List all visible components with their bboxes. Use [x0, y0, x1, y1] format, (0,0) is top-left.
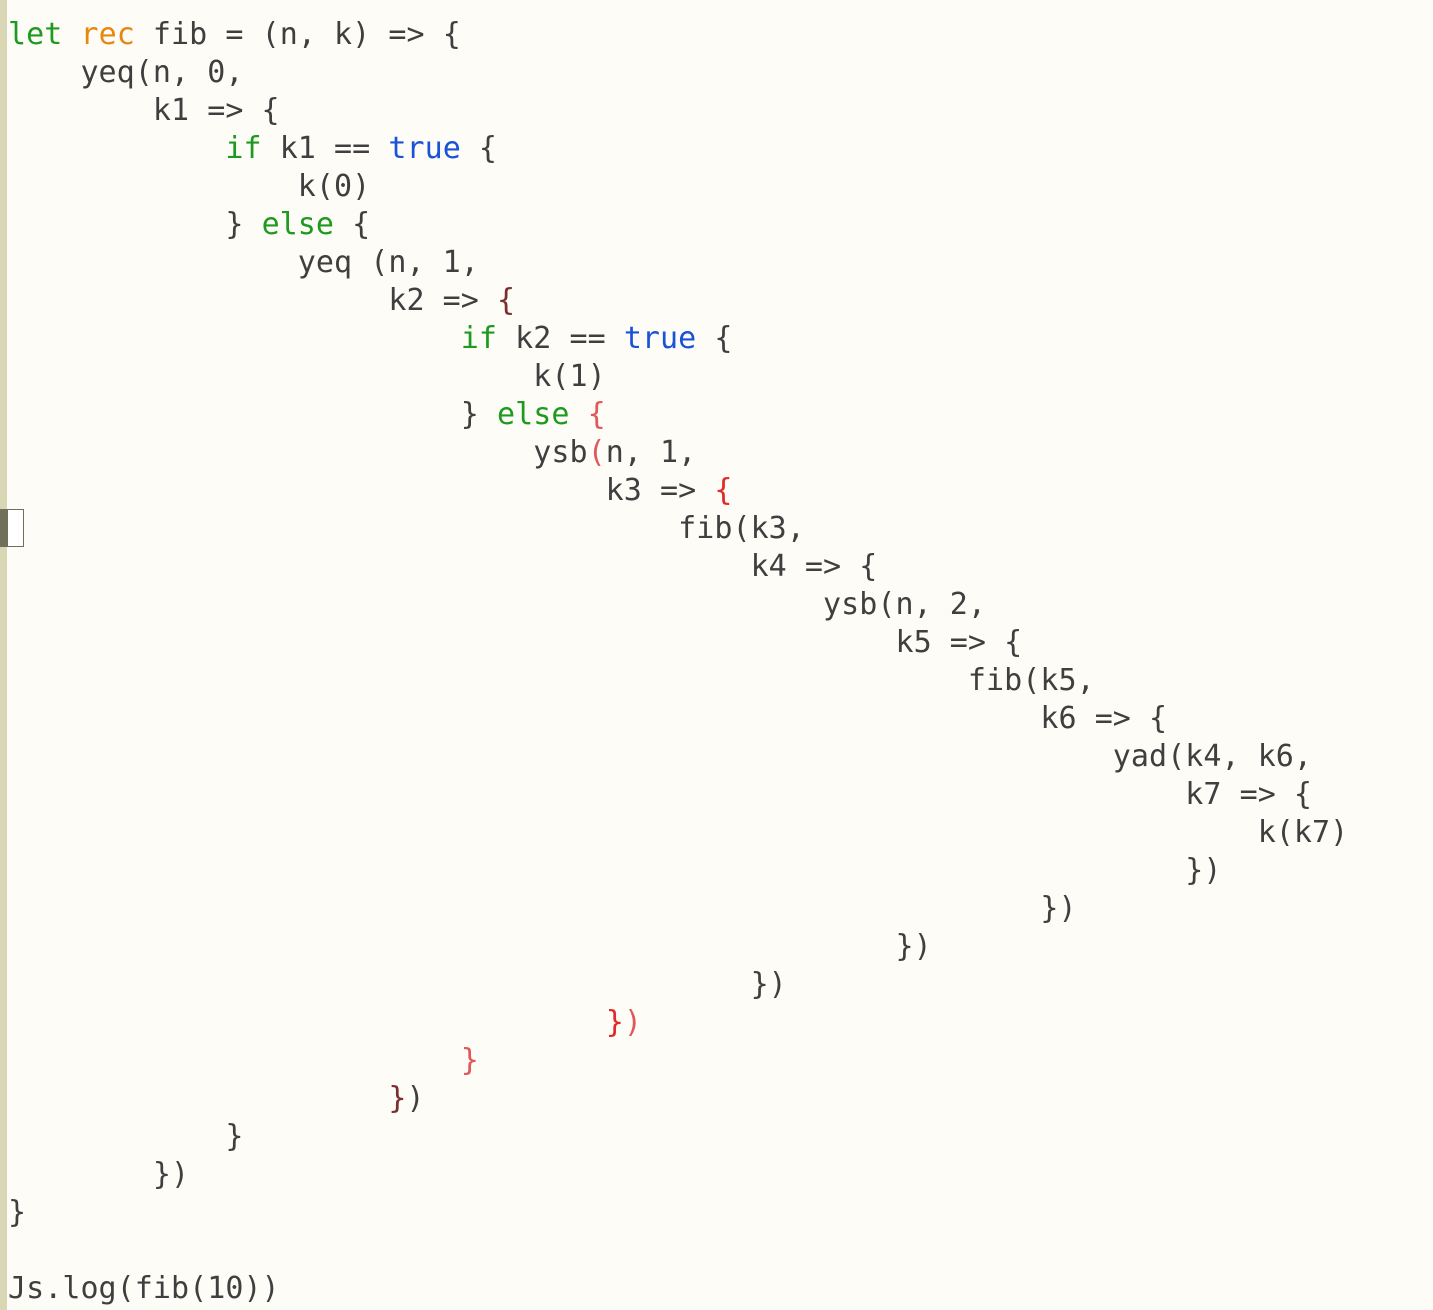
code-token-plain: })	[8, 1157, 190, 1192]
code-line: if k1 == true {	[8, 130, 1348, 168]
code-token-brace-pink: {	[587, 397, 606, 432]
code-token-plain: k3 =>	[8, 473, 715, 508]
code-token-bool: true	[388, 131, 461, 166]
code-token-plain: {	[460, 131, 498, 166]
code-line: k5 => {	[8, 624, 1348, 662]
code-token-plain: }	[8, 1195, 27, 1230]
code-line: ysb(n, 2,	[8, 586, 1348, 624]
code-token-brace-pink: (	[587, 435, 606, 470]
code-token-plain: fib = (n, k) => {	[134, 17, 461, 52]
code-line: })	[8, 1004, 1348, 1042]
code-token-plain: }	[8, 1119, 244, 1154]
code-token-brace-pink: )	[623, 1005, 642, 1040]
code-line: })	[8, 928, 1348, 966]
code-line: k3 => {	[8, 472, 1348, 510]
code-line: k7 => {	[8, 776, 1348, 814]
code-token-rec: rec	[80, 17, 135, 52]
code-token-plain: })	[8, 853, 1222, 888]
code-token-brace-red: }	[605, 1005, 624, 1040]
code-line: if k2 == true {	[8, 320, 1348, 358]
code-token-plain: k6 => {	[8, 701, 1168, 736]
code-token-plain: ysb(n, 2,	[8, 587, 987, 622]
code-editor[interactable]: let rec fib = (n, k) => { yeq(n, 0, k1 =…	[0, 0, 1433, 1310]
code-line: })	[8, 966, 1348, 1004]
code-token-plain: {	[696, 321, 733, 356]
code-token-plain: })	[8, 929, 932, 964]
code-line: }	[8, 1194, 1348, 1232]
code-token-brace-dark: {	[497, 283, 516, 318]
code-token-plain: k(0)	[8, 169, 371, 204]
code-token-plain: }	[8, 207, 262, 242]
code-line: yeq(n, 0,	[8, 54, 1348, 92]
code-line: k2 => {	[8, 282, 1348, 320]
code-token-plain: Js.log(fib(10))	[8, 1271, 280, 1306]
code-token-plain: )	[406, 1081, 425, 1116]
code-line: k(k7)	[8, 814, 1349, 852]
code-line: }	[8, 1118, 1348, 1156]
code-token-plain: yeq(n, 0,	[8, 55, 244, 90]
code-line: })	[8, 1080, 1348, 1118]
code-token-keyword: let	[8, 17, 63, 52]
code-token-plain: k2 =>	[8, 283, 498, 318]
code-token-keyword: if	[460, 321, 498, 356]
code-line: fib(k5,	[8, 662, 1348, 700]
code-line: })	[8, 852, 1348, 890]
code-token-plain: fib(k3,	[8, 511, 805, 546]
code-text-area[interactable]: let rec fib = (n, k) => { yeq(n, 0, k1 =…	[8, 16, 1348, 1308]
code-token-plain: }	[8, 397, 498, 432]
code-line: Js.log(fib(10))	[8, 1270, 1348, 1308]
code-token-brace-red: {	[714, 473, 733, 508]
code-token-plain: fib(k5,	[8, 663, 1095, 698]
code-token-plain: yad(k4, k6,	[8, 739, 1313, 774]
code-line: k4 => {	[8, 548, 1348, 586]
code-line: yad(k4, k6,	[8, 738, 1348, 776]
code-line: yeq (n, 1,	[8, 244, 1348, 282]
code-line: })	[8, 1156, 1348, 1194]
code-line: let rec fib = (n, k) => {	[8, 16, 1348, 54]
code-token-plain: ysb	[8, 435, 588, 470]
code-token-plain: k(1)	[8, 359, 606, 394]
code-line: fib(k3,	[8, 510, 1348, 548]
code-line: })	[8, 890, 1348, 928]
code-token-keyword: else	[261, 207, 335, 242]
code-line: k1 => {	[8, 92, 1348, 130]
code-line: } else {	[8, 396, 1348, 434]
code-line: }	[8, 1042, 1348, 1080]
code-token-plain: k1 => {	[8, 93, 280, 128]
code-token-plain: k5 => {	[8, 625, 1023, 660]
code-line: ysb(n, 1,	[8, 434, 1348, 472]
code-token-keyword: if	[225, 131, 262, 166]
code-line: k(1)	[8, 358, 1348, 396]
code-line: } else {	[8, 206, 1348, 244]
code-token-plain: k2 ==	[497, 321, 624, 356]
code-token-brace-dark: }	[388, 1081, 407, 1116]
editor-gutter	[0, 0, 7, 1310]
code-token-plain: k(k7)	[8, 815, 1349, 850]
code-token-brace-pink: }	[460, 1043, 479, 1078]
code-token-plain: {	[334, 207, 371, 242]
code-token-plain: })	[8, 967, 787, 1002]
code-token-plain: n, 1,	[605, 435, 697, 470]
code-token-plain: yeq (n, 1,	[8, 245, 479, 280]
code-token-plain: k1 ==	[261, 131, 389, 166]
code-line: k(0)	[8, 168, 1348, 206]
code-token-plain: k7 => {	[8, 777, 1313, 812]
code-token-plain: k4 => {	[8, 549, 878, 584]
code-line: k6 => {	[8, 700, 1348, 738]
code-token-bool: true	[623, 321, 697, 356]
code-token-plain: })	[8, 891, 1077, 926]
code-token-keyword: else	[497, 397, 570, 432]
